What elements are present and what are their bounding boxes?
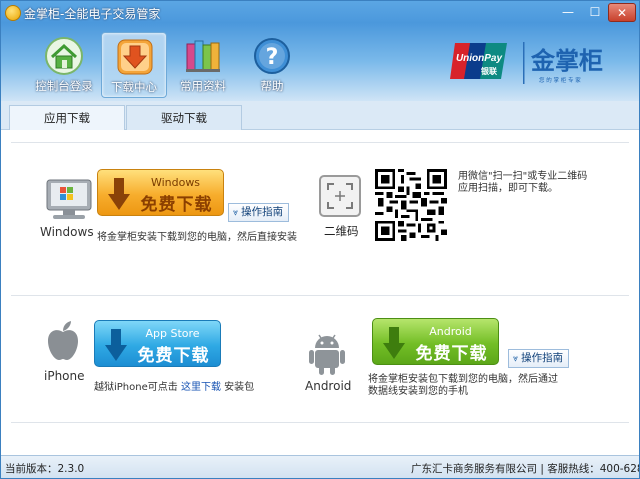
nav-console-login[interactable]: 控制台登录 [31,32,97,98]
svg-text:UnionPay: UnionPay [456,53,503,64]
tab-app-download[interactable]: 应用下载 [9,105,125,130]
android-robot-icon [309,334,345,375]
qr-label: 二维码 [324,224,359,238]
nav-label: 帮助 [260,79,284,93]
desc-line: 数据线安装到您的手机 [368,386,468,397]
title-bar: 金掌柜-全能电子交易管家 — ☐ ✕ 控制台登录 下载中心 常用资料 ? 帮助 … [1,1,639,101]
app-window: 金掌柜-全能电子交易管家 — ☐ ✕ 控制台登录 下载中心 常用资料 ? 帮助 … [0,0,640,479]
divider [11,422,629,423]
desc-line: 将金掌柜安装包下载到您的电脑，然后通过 [368,374,558,385]
guide-label: 操作指南 [241,206,284,218]
download-content: Windows Windows 免费下载 ⩔ 操作指南 将金掌柜安装下载到您的电脑… [1,130,639,455]
windows-guide-button[interactable]: ⩔ 操作指南 [228,203,289,222]
platform-label-iphone: iPhone [44,369,85,383]
download-arrow-icon [383,327,405,359]
double-chevron-down-icon: ⩔ [233,208,239,218]
button-platform-name: App Store [145,327,200,340]
svg-text:金掌柜: 金掌柜 [530,47,603,75]
download-arrow-icon [105,329,127,361]
button-cta: 免费下载 [137,346,210,366]
iphone-description: 越狱iPhone可点击 这里下载 安装包 [94,378,254,393]
nav-common-materials[interactable]: 常用资料 [170,32,236,98]
home-icon [45,37,83,75]
jinzhanggui-logo: 金掌柜 您 的 掌 柜 专 家 [523,42,603,84]
windows-description: 将金掌柜安装下载到您的电脑，然后直接安装 [97,232,297,243]
window-title: 金掌柜-全能电子交易管家 [24,7,161,21]
maximize-button[interactable]: ☐ [581,3,609,22]
windows-computer-icon [46,179,92,219]
divider [11,142,629,143]
appstore-download-button[interactable]: App Store 免费下载 [94,320,221,367]
button-platform-name: Android [429,325,472,338]
sub-tab-bar: 应用下载 驱动下载 [1,101,639,130]
tab-driver-download[interactable]: 驱动下载 [126,105,242,130]
nav-download-center[interactable]: 下载中心 [101,32,167,98]
unionpay-logo: UnionPay 银联 [450,43,507,79]
books-icon [186,40,220,72]
button-cta: 免费下载 [140,195,213,215]
android-description: 将金掌柜安装包下载到您的电脑，然后通过 数据线安装到您的手机 [368,374,558,398]
qr-code-image [375,169,447,241]
close-button[interactable]: ✕ [608,3,636,22]
apple-icon [48,321,78,360]
button-cta: 免费下载 [415,344,488,364]
platform-label-android: Android [305,379,352,393]
minimize-button[interactable]: — [554,3,582,22]
nav-help[interactable]: ? 帮助 [239,32,305,98]
nav-label: 常用资料 [180,79,226,93]
svg-text:银联: 银联 [480,66,497,76]
android-download-button[interactable]: Android 免费下载 [372,318,499,365]
svg-text:?: ? [266,45,279,70]
download-arrow-icon [108,178,130,210]
divider [11,295,629,296]
help-icon: ? [254,38,290,74]
version-text: 当前版本：2.3.0 [5,463,85,475]
platform-label-windows: Windows [40,225,94,239]
desc-text: 安装包 [224,382,255,393]
download-here-link[interactable]: 这里下载 [181,382,221,393]
windows-download-button[interactable]: Windows 免费下载 [97,169,224,216]
nav-label: 控制台登录 [35,79,93,93]
download-icon [117,39,153,75]
company-hotline-text: 广东汇卡商务服务有限公司 | 客服热线：400-628-6928 [411,463,639,475]
guide-label: 操作指南 [521,352,564,364]
desc-text: 越狱iPhone可点击 [94,382,178,393]
qr-description: 用微信"扫一扫"或专业二维码应用扫描，即可下载。 [458,171,588,194]
android-guide-button[interactable]: ⩔ 操作指南 [508,349,569,368]
button-platform-name: Windows [150,176,201,189]
app-logo-icon [5,5,21,21]
svg-text:您 的 掌 柜 专 家: 您 的 掌 柜 专 家 [539,76,581,84]
double-chevron-down-icon: ⩔ [513,354,519,364]
status-bar: 当前版本：2.3.0 广东汇卡商务服务有限公司 | 客服热线：400-628-6… [1,455,639,478]
qr-scan-icon [319,175,361,217]
nav-label: 下载中心 [111,80,157,94]
